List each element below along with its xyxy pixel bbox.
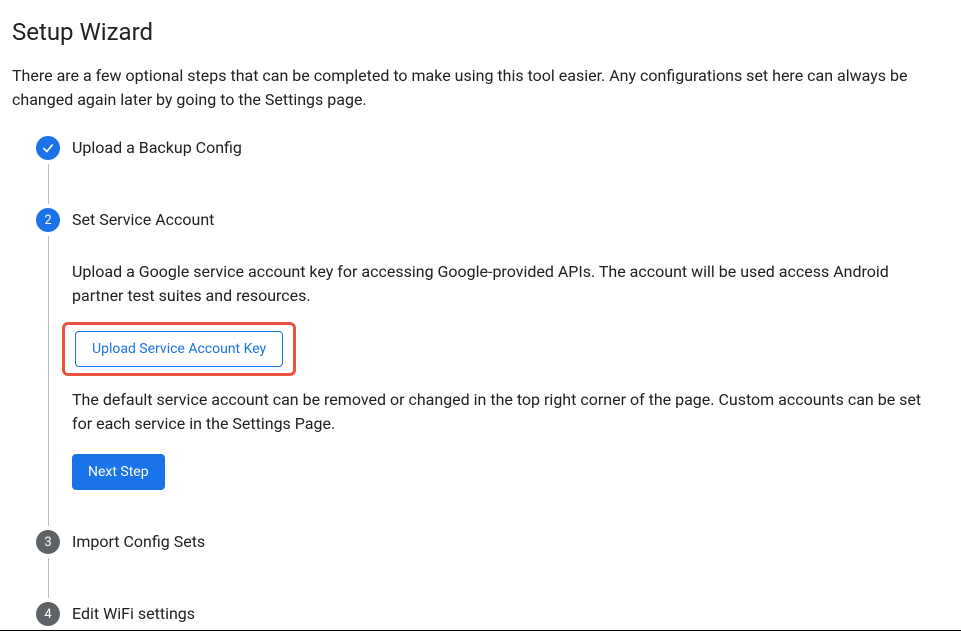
step-label: Set Service Account: [72, 208, 214, 232]
page-description: There are a few optional steps that can …: [12, 64, 949, 112]
step-connector: [48, 558, 49, 598]
upload-service-account-key-button[interactable]: Upload Service Account Key: [75, 331, 283, 367]
page-title: Setup Wizard: [12, 18, 949, 46]
step-after-text: The default service account can be remov…: [72, 388, 929, 436]
step-icon-active: 2: [36, 208, 60, 232]
step-intro-text: Upload a Google service account key for …: [72, 260, 929, 308]
step-upload-backup-config: Upload a Backup Config: [36, 136, 949, 208]
check-icon: [41, 141, 55, 155]
next-step-button[interactable]: Next Step: [72, 454, 165, 490]
upload-button-highlight: Upload Service Account Key: [62, 322, 296, 376]
step-label: Import Config Sets: [72, 530, 205, 554]
step-icon-pending: 3: [36, 530, 60, 554]
step-import-config-sets: 3 Import Config Sets: [36, 530, 949, 602]
step-icon-completed: [36, 136, 60, 160]
step-connector: [48, 236, 49, 526]
step-label: Edit WiFi settings: [72, 602, 195, 626]
step-label: Upload a Backup Config: [72, 136, 242, 160]
step-edit-wifi-settings: 4 Edit WiFi settings: [36, 602, 949, 644]
step-icon-pending: 4: [36, 602, 60, 626]
step-set-service-account: 2 Set Service Account Upload a Google se…: [36, 208, 949, 530]
setup-wizard-stepper: Upload a Backup Config 2 Set Service Acc…: [12, 136, 949, 644]
step-connector: [48, 164, 49, 204]
